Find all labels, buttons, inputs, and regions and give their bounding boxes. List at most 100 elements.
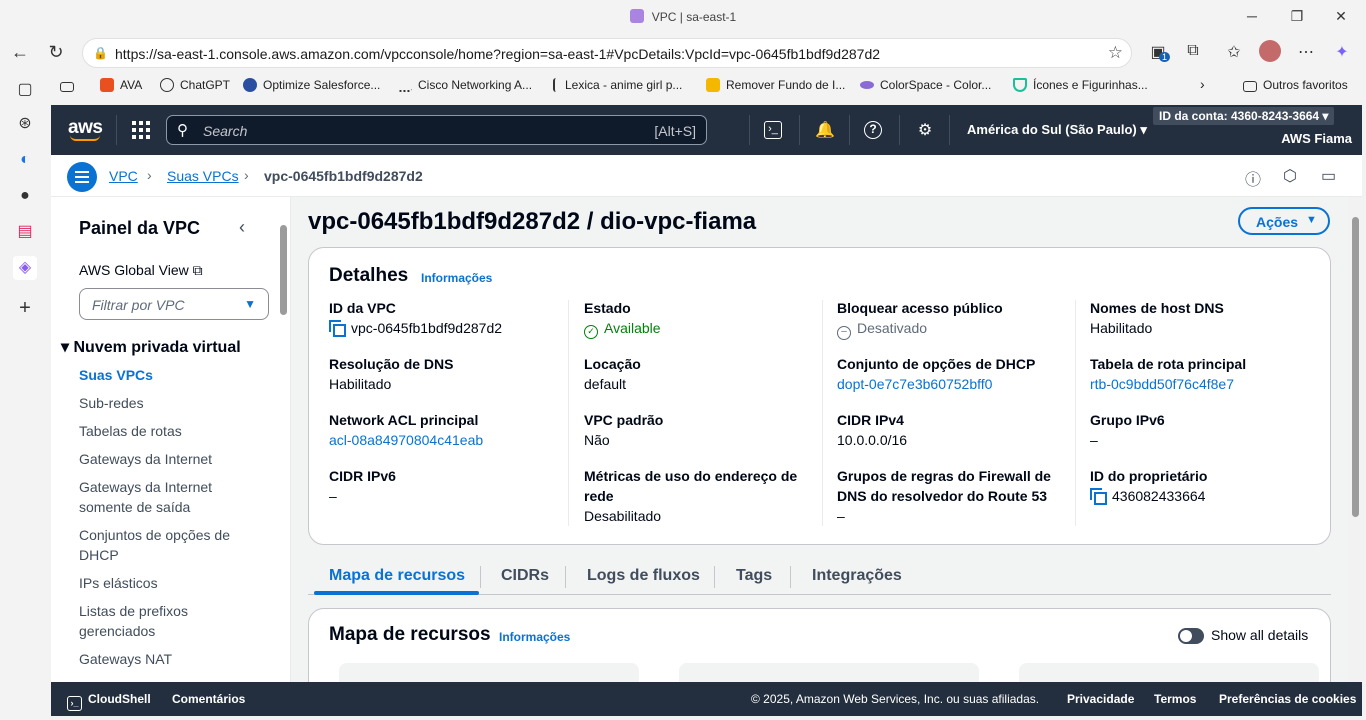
check-circle-icon: ✓	[584, 325, 598, 339]
aws-logo[interactable]: aws	[68, 117, 103, 141]
sidenav-item-prefix-lists[interactable]: Listas de prefixos gerenciados	[79, 601, 209, 641]
breadcrumb-current: vpc-0645fb1bdf9d287d2	[264, 168, 423, 184]
privacy-link[interactable]: Privacidade	[1067, 692, 1134, 706]
bookmark-item[interactable]: ChatGPT	[160, 78, 230, 92]
details-column: Bloquear acesso público – Desativado Conju…	[837, 298, 1082, 528]
profile-avatar[interactable]	[1259, 40, 1281, 62]
sidenav-item-dhcp-options[interactable]: Conjuntos de opções de DHCP	[79, 525, 244, 565]
resource-map-info-link[interactable]: Informações	[499, 630, 570, 644]
copy-icon[interactable]	[329, 320, 346, 337]
sidenav-title: Painel da VPC	[79, 218, 201, 238]
bookmark-item[interactable]: Remover Fundo de I...	[706, 78, 845, 92]
tab-tags[interactable]: Tags	[736, 567, 772, 585]
add-sidebar-icon[interactable]: +	[13, 296, 37, 320]
more-menu-icon[interactable]: ⋯	[1295, 42, 1317, 62]
notifications-bell-icon[interactable]: 🔔	[814, 120, 836, 140]
github-icon[interactable]: ●	[13, 184, 37, 208]
state-status-badge: ✓ Available	[584, 318, 809, 339]
breadcrumb-your-vpcs[interactable]: Suas VPCs	[167, 168, 239, 184]
sidenav-item-nat-gateways[interactable]: Gateways NAT	[79, 649, 249, 669]
settings-gear-icon[interactable]: ⚙	[914, 120, 936, 140]
bookmark-reading-icon[interactable]	[60, 78, 80, 92]
menu-hamburger-icon[interactable]	[67, 162, 97, 192]
extension-badge-icon[interactable]: ▣ 1	[1147, 42, 1171, 62]
sidenav-item-route-tables[interactable]: Tabelas de rotas	[79, 421, 249, 441]
tab-resource-map[interactable]: Mapa de recursos	[329, 567, 465, 585]
sidenav-item-your-vpcs[interactable]: Suas VPCs	[79, 365, 249, 385]
site-info-icon[interactable]: 🔒	[93, 46, 108, 60]
region-selector[interactable]: América do Sul (São Paulo) ▾	[967, 122, 1147, 138]
icones-icon	[1013, 78, 1027, 92]
breadcrumb: VPC › Suas VPCs › vpc-0645fb1bdf9d287d2 …	[51, 155, 1362, 197]
details-info-link[interactable]: Informações	[421, 271, 492, 285]
owner-id-value[interactable]: 436082433664	[1090, 486, 1315, 506]
sidenav-item-egress-gateways[interactable]: Gateways da Internet somente de saída	[79, 477, 229, 517]
cloudshell-button[interactable]: ›_ CloudShell	[67, 692, 151, 711]
app-sidebar-icon[interactable]: ▤	[13, 220, 37, 244]
services-grid-icon[interactable]	[132, 121, 150, 139]
vpc-favicon-icon	[629, 9, 644, 23]
section-virtual-private-cloud[interactable]: ▾ Nuvem privada virtual	[61, 337, 241, 357]
cloudshell-icon[interactable]: ›_	[764, 121, 782, 139]
account-name[interactable]: AWS Fiama	[1281, 131, 1352, 146]
remover-icon	[706, 78, 720, 92]
details-panel: Detalhes Informações ID da VPC vpc-0645fb…	[308, 247, 1331, 545]
back-button[interactable]: ←	[9, 42, 31, 62]
dhcp-options-link[interactable]: dopt-0e7c7e3b60752bff0	[837, 374, 1062, 394]
close-window-button[interactable]: ✕	[1331, 8, 1351, 25]
show-all-details-toggle[interactable]	[1178, 628, 1204, 644]
restore-button[interactable]: ❐	[1287, 8, 1307, 25]
bookmarks-overflow-chevron-icon[interactable]: ›	[1200, 76, 1205, 92]
address-bar[interactable]: 🔒 https://sa-east-1.console.aws.amazon.c…	[82, 38, 1132, 68]
copyright-text: © 2025, Amazon Web Services, Inc. ou sua…	[751, 692, 1040, 706]
settings-hex-icon[interactable]: ⬡	[1283, 166, 1297, 186]
sidenav-item-subnets[interactable]: Sub-redes	[79, 393, 249, 413]
chatgpt-sidebar-icon[interactable]: ⊛	[13, 112, 37, 136]
main-route-table-link[interactable]: rtb-0c9bdd50f76c4f8e7	[1090, 374, 1315, 394]
comments-button[interactable]: Comentários	[172, 692, 245, 706]
breadcrumb-vpc[interactable]: VPC	[109, 168, 138, 184]
extensions-icon[interactable]: ⧉	[1182, 42, 1204, 60]
tab-flow-logs[interactable]: Logs de fluxos	[587, 567, 700, 585]
close-sidenav-icon[interactable]: ‹	[239, 217, 245, 238]
search-input[interactable]: ⚲ Search [Alt+S]	[166, 115, 707, 145]
resource-card	[1019, 663, 1319, 682]
account-id-badge[interactable]: ID da conta: 4360-8243-3664 ▾	[1153, 107, 1335, 125]
other-favorites-folder[interactable]: Outros favoritos	[1243, 78, 1348, 92]
sidenav-item-internet-gateways[interactable]: Gateways da Internet	[79, 449, 249, 469]
bookmark-item[interactable]: Optimize Salesforce...	[243, 78, 380, 92]
vpc-filter-select[interactable]: Filtrar por VPC ▼	[79, 288, 269, 320]
bookmark-item[interactable]: Cisco Networking A...	[398, 78, 532, 92]
url-text: https://sa-east-1.console.aws.amazon.com…	[115, 46, 881, 62]
actions-button[interactable]: Ações ▼	[1238, 207, 1330, 235]
bookmark-item[interactable]: AVA	[100, 78, 142, 92]
global-view-link[interactable]: AWS Global View ⧉	[79, 262, 203, 279]
sidenav-scrollbar[interactable]	[278, 205, 288, 680]
help-icon[interactable]: ?	[864, 121, 882, 139]
sidenav-item-elastic-ips[interactable]: IPs elásticos	[79, 573, 249, 593]
edge-sidebar-icon[interactable]: ◐	[13, 148, 37, 172]
tab-actions-icon[interactable]: ▢	[13, 78, 37, 102]
browser-title-bar: VPC | sa-east-1 ─ ❐ ✕	[0, 0, 1366, 34]
vpc-tab-icon[interactable]: ◈	[13, 256, 37, 280]
terms-link[interactable]: Termos	[1154, 692, 1196, 706]
reload-button[interactable]: ↻	[45, 42, 67, 62]
bookmark-item[interactable]: ColorSpace - Color...	[860, 78, 991, 92]
browser-toolbar: ← ↻ 🔒 https://sa-east-1.console.aws.amaz…	[0, 34, 1366, 72]
bookmark-item[interactable]: Ícones e Figurinhas...	[1013, 78, 1148, 92]
minimize-button[interactable]: ─	[1242, 8, 1262, 24]
info-circle-icon[interactable]: ⓘ	[1245, 166, 1261, 190]
bookmark-item[interactable]: Lexica - anime girl p...	[553, 78, 682, 92]
copy-icon[interactable]	[1090, 488, 1107, 505]
tab-integrations[interactable]: Integrações	[812, 567, 902, 585]
tab-cidrs[interactable]: CIDRs	[501, 567, 549, 585]
copilot-icon[interactable]: ✦	[1331, 42, 1353, 62]
vpc-id-value[interactable]: vpc-0645fb1bdf9d287d2	[329, 318, 554, 338]
cookie-preferences-link[interactable]: Preferências de cookies	[1219, 692, 1356, 706]
favorites-icon[interactable]: ✩	[1223, 42, 1245, 62]
main-scrollbar[interactable]	[1350, 205, 1360, 680]
favorite-star-icon[interactable]: ☆	[1108, 43, 1123, 63]
details-column: Nomes de host DNS Habilitado Tabela de ro…	[1090, 298, 1335, 528]
display-settings-icon[interactable]: ▭	[1321, 166, 1336, 186]
network-acl-link[interactable]: acl-08a84970804c41eab	[329, 430, 554, 450]
